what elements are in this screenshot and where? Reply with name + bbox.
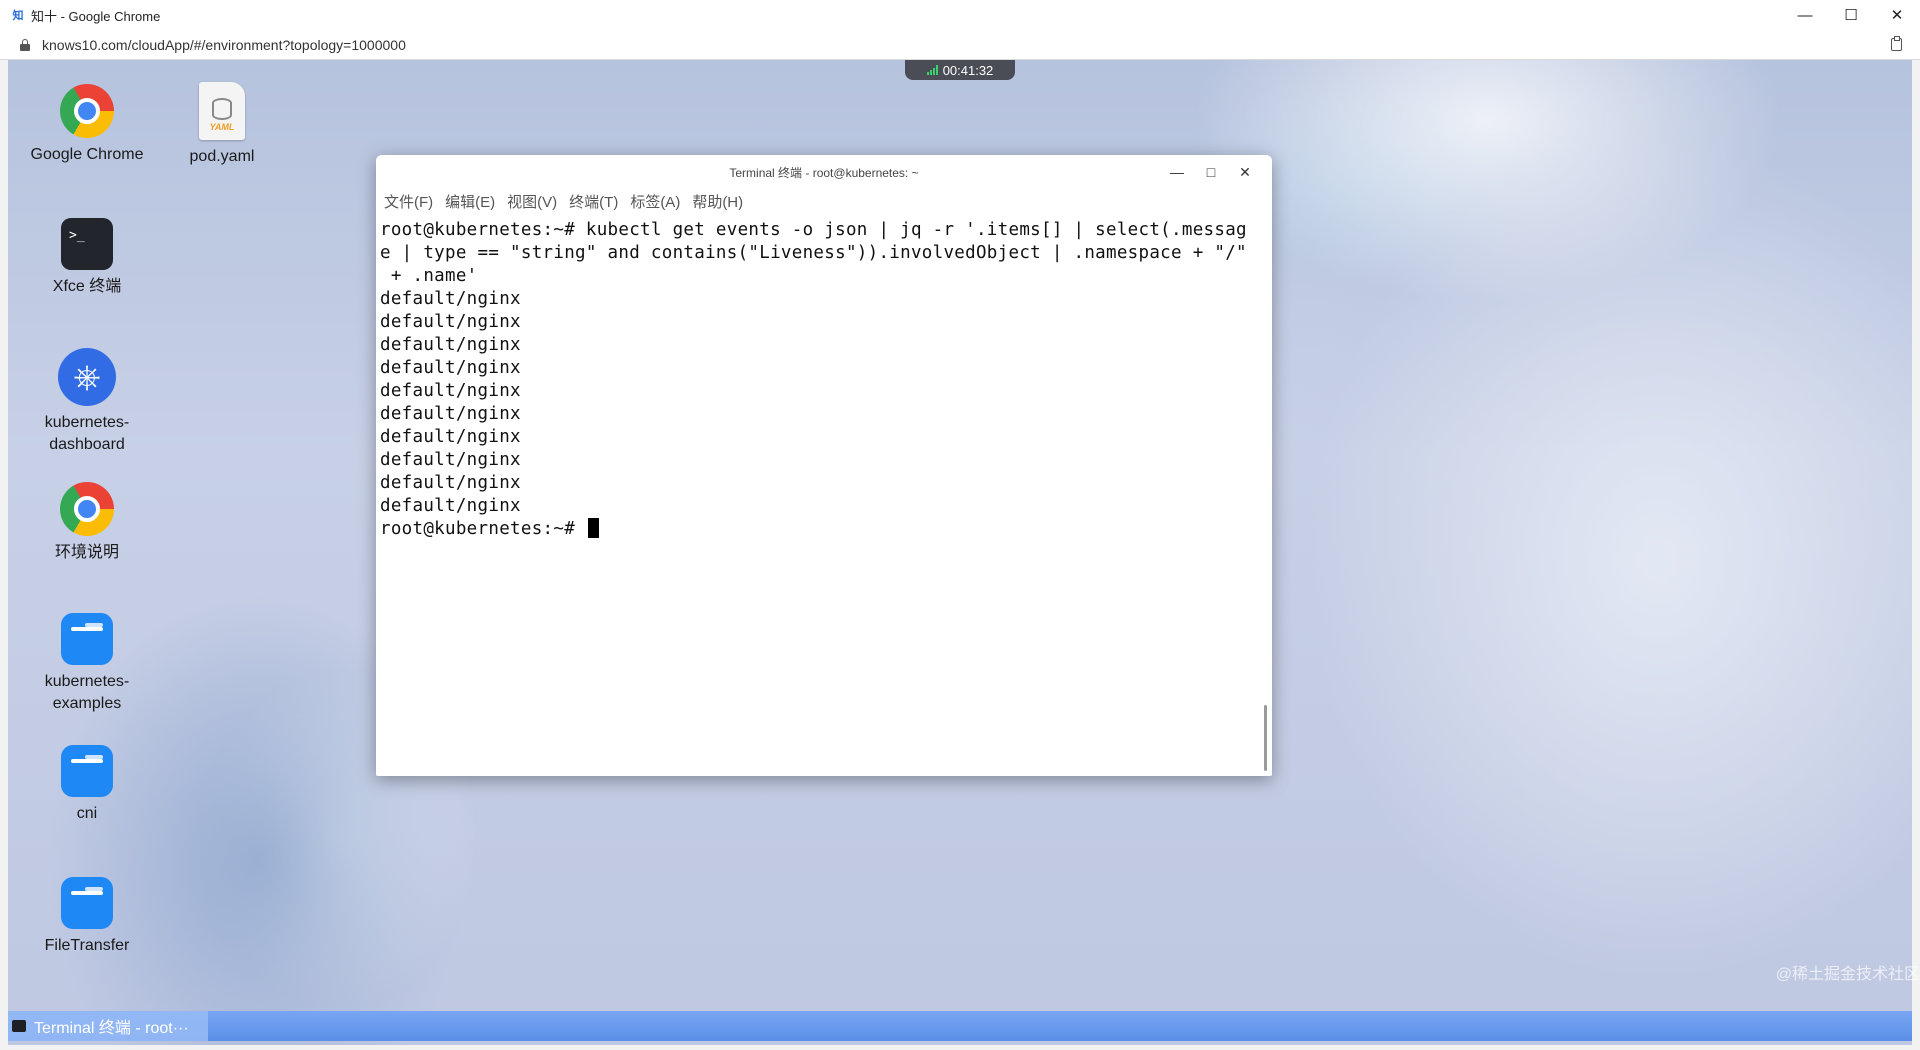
desktop-icon-cni[interactable]: cni [22,745,152,825]
clipboard-icon[interactable] [1891,36,1902,51]
menu-file[interactable]: 文件(F) [384,191,433,212]
watermark: @稀土掘金技术社区 [1775,966,1920,983]
terminal-window[interactable]: Terminal 终端 - root@kubernetes: ~ — □ ✕ 文… [376,155,1272,776]
menu-edit[interactable]: 编辑(E) [445,191,495,212]
terminal-line: default/nginx [380,450,521,470]
terminal-title: Terminal 终端 - root@kubernetes: ~ [729,165,919,180]
terminal-prompt-line[interactable]: root@kubernetes:~# [380,518,1250,541]
menu-help[interactable]: 帮助(H) [692,191,743,212]
terminal-line: root@kubernetes:~# kubectl get events -o… [380,220,1247,240]
chrome-icon [60,84,114,138]
lock-icon[interactable] [20,38,30,51]
terminal-line: default/nginx [380,404,521,424]
desktop-icon-kubernetes-examples[interactable]: kubernetes- examples [22,613,152,715]
desktop-icon-label: Xfce 终端 [52,278,122,295]
desktop-icon-label: Google Chrome [30,146,144,163]
terminal-line: default/nginx [380,358,521,378]
desktop-icon-label: FileTransfer [44,937,130,954]
desktop-icon-label: kubernetes- examples [44,673,130,712]
timer-text: 00:41:32 [942,62,994,78]
maximize-button[interactable]: ☐ [1828,0,1874,30]
terminal-minimize-button[interactable]: — [1160,164,1194,180]
kubernetes-icon: ⎈ [58,348,116,406]
terminal-line: + .name' [380,266,478,286]
terminal-line: default/nginx [380,381,521,401]
terminal-output[interactable]: root@kubernetes:~# kubectl get events -o… [380,219,1250,771]
minimize-button[interactable]: — [1782,0,1828,30]
text-cursor [587,518,599,538]
desktop-icon-label: kubernetes- dashboard [44,414,130,453]
terminal-menubar: 文件(F) 编辑(E) 视图(V) 终端(T) 标签(A) 帮助(H) [376,189,1272,213]
url-text[interactable]: knows10.com/cloudApp/#/environment?topol… [42,37,406,53]
desktop-icon-pod-yaml[interactable]: YAML pod.yaml [157,82,287,168]
terminal-line: default/nginx [380,496,521,516]
session-timer: 00:41:32 [905,60,1015,80]
signal-icon [926,65,938,75]
desktop-icon-google-chrome[interactable]: Google Chrome [22,84,152,166]
desktop-icon-label: pod.yaml [189,148,255,165]
taskbar: Terminal 终端 - root··· [8,1011,1912,1041]
desktop-icon-label: cni [76,805,98,822]
browser-window: 知 知十 - Google Chrome — ☐ ✕ knows10.com/c… [0,0,1920,1050]
taskbar-item-terminal[interactable]: Terminal 终端 - root··· [8,1011,208,1041]
terminal-window-controls: — □ ✕ [1160,155,1262,189]
folder-icon [61,877,113,929]
close-button[interactable]: ✕ [1874,0,1920,30]
terminal-line: default/nginx [380,289,521,309]
desktop-icon-xfce-terminal[interactable]: >_ Xfce 终端 [22,218,152,298]
menu-terminal[interactable]: 终端(T) [569,191,618,212]
chrome-icon [60,482,114,536]
terminal-prompt: root@kubernetes:~# [380,519,586,539]
browser-titlebar: 知 知十 - Google Chrome — ☐ ✕ [0,0,1920,31]
site-favicon-icon: 知 [12,10,24,22]
terminal-icon: >_ [61,218,113,270]
window-controls: — ☐ ✕ [1782,0,1920,30]
desktop-icon-filetransfer[interactable]: FileTransfer [22,877,152,957]
menu-view[interactable]: 视图(V) [507,191,557,212]
folder-icon [61,613,113,665]
window-title: 知十 - Google Chrome [31,8,161,24]
terminal-line: default/nginx [380,427,521,447]
terminal-line: default/nginx [380,473,521,493]
terminal-scrollbar[interactable] [1264,705,1267,771]
yaml-file-icon: YAML [199,82,245,140]
terminal-maximize-button[interactable]: □ [1194,164,1228,180]
taskbar-item-label: Terminal 终端 - root··· [34,1020,189,1037]
menu-tabs[interactable]: 标签(A) [630,191,680,212]
desktop-icon-env-docs[interactable]: 环境说明 [22,482,152,564]
address-bar[interactable]: knows10.com/cloudApp/#/environment?topol… [0,30,1920,60]
remote-desktop[interactable]: 00:41:32 Google Chrome YAML pod.yaml >_ … [8,60,1912,1045]
terminal-close-button[interactable]: ✕ [1228,164,1262,181]
desktop-icon-kubernetes-dashboard[interactable]: ⎈ kubernetes- dashboard [22,348,152,456]
terminal-line: default/nginx [380,335,521,355]
terminal-icon [12,1020,26,1032]
folder-icon [61,745,113,797]
desktop-icon-label: 环境说明 [54,544,119,561]
terminal-line: default/nginx [380,312,521,332]
terminal-titlebar[interactable]: Terminal 终端 - root@kubernetes: ~ — □ ✕ [376,155,1272,189]
terminal-line: e | type == "string" and contains("Liven… [380,243,1247,263]
